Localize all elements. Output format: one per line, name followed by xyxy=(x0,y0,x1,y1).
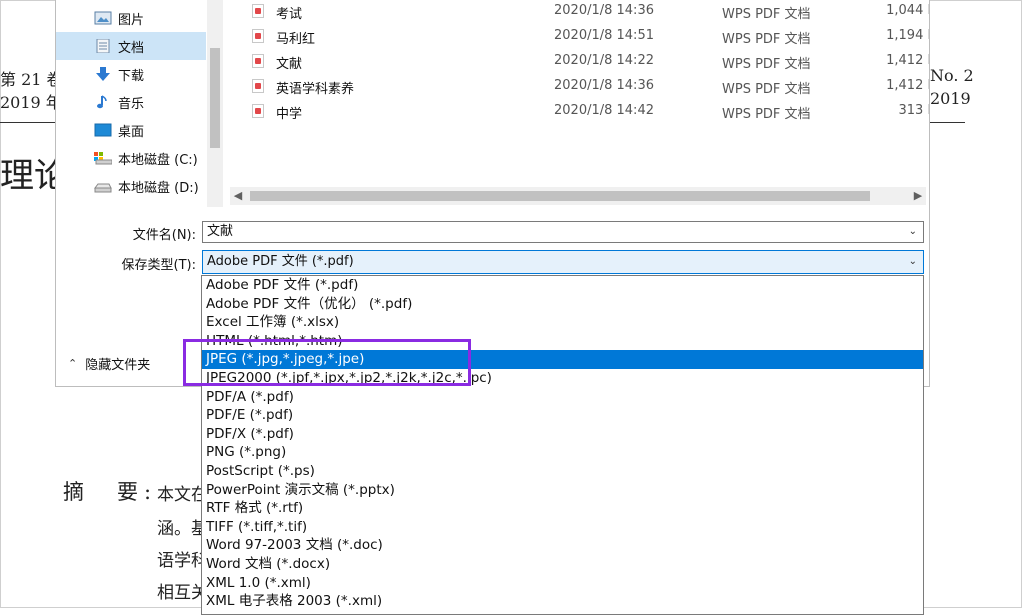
pdf-file-icon xyxy=(252,29,264,43)
dropdown-option[interactable]: PDF/E (*.pdf) xyxy=(202,406,923,425)
nav-item-label: 本地磁盘 (C:) xyxy=(118,152,198,168)
nav-item-desktop[interactable]: 桌面 xyxy=(56,116,206,144)
year-label: 2019 年 xyxy=(0,93,62,112)
dropdown-option[interactable]: PDF/X (*.pdf) xyxy=(202,425,923,444)
nav-item-drive-d[interactable]: 本地磁盘 (D:) xyxy=(56,172,206,200)
nav-item-label: 下载 xyxy=(118,68,145,84)
file-date: 2020/1/8 14:22 xyxy=(554,53,654,68)
pdf-file-icon xyxy=(252,79,264,93)
dropdown-option[interactable]: Word 文档 (*.docx) xyxy=(202,555,923,574)
hide-folders-label: 隐藏文件夹 xyxy=(85,358,151,373)
dropdown-option[interactable]: PDF/A (*.pdf) xyxy=(202,388,923,407)
file-row[interactable]: 考试 2020/1/8 14:36 WPS PDF 文档 1,044 K xyxy=(246,0,929,24)
file-type: WPS PDF 文档 xyxy=(722,7,811,22)
pdf-file-icon xyxy=(252,104,264,118)
file-size: 313 K xyxy=(898,103,929,118)
scroll-left-icon[interactable]: ◀ xyxy=(230,187,246,205)
file-type: WPS PDF 文档 xyxy=(722,57,811,72)
dropdown-option-selected[interactable]: JPEG (*.jpg,*.jpeg,*.jpe) xyxy=(202,350,923,369)
issue-number: No. 2 xyxy=(930,66,974,85)
file-row[interactable]: 英语学科素养 2020/1/8 14:36 WPS PDF 文档 1,412 K xyxy=(246,75,929,99)
dropdown-option[interactable]: XML 1.0 (*.xml) xyxy=(202,574,923,593)
abstract-label: 摘 要: xyxy=(63,480,158,504)
dropdown-option[interactable]: HTML (*.html,*.htm) xyxy=(202,332,923,351)
filename-label: 文件名(N): xyxy=(132,228,196,243)
music-icon xyxy=(94,95,112,109)
file-row[interactable]: 文献 2020/1/8 14:22 WPS PDF 文档 1,412 K xyxy=(246,50,929,74)
chevron-down-icon[interactable]: ⌄ xyxy=(909,251,917,273)
file-name: 英语学科素养 xyxy=(276,82,355,97)
desktop-icon xyxy=(94,123,112,137)
file-row[interactable]: 马利红 2020/1/8 14:51 WPS PDF 文档 1,194 K xyxy=(246,25,929,49)
file-name: 考试 xyxy=(276,7,303,22)
file-size: 1,412 K xyxy=(886,78,929,93)
drive-icon xyxy=(94,179,112,193)
file-date: 2020/1/8 14:51 xyxy=(554,28,654,43)
file-name: 文献 xyxy=(276,57,303,72)
download-icon xyxy=(94,67,112,81)
filetype-select[interactable]: Adobe PDF 文件 (*.pdf) ⌄ xyxy=(202,250,924,274)
nav-item-label: 音乐 xyxy=(118,96,145,112)
file-type: WPS PDF 文档 xyxy=(722,32,811,47)
scroll-right-icon[interactable]: ▶ xyxy=(910,187,926,205)
nav-item-label: 文档 xyxy=(118,40,145,56)
dropdown-option[interactable]: PostScript (*.ps) xyxy=(202,462,923,481)
chevron-up-icon: ⌃ xyxy=(68,357,78,370)
file-type: WPS PDF 文档 xyxy=(722,107,811,122)
file-size: 1,412 K xyxy=(886,53,929,68)
dropdown-option[interactable]: RTF 格式 (*.rtf) xyxy=(202,499,923,518)
dropdown-option[interactable]: Adobe PDF 文件（优化） (*.pdf) xyxy=(202,295,923,314)
dropdown-option[interactable]: PowerPoint 演示文稿 (*.pptx) xyxy=(202,481,923,500)
nav-item-label: 桌面 xyxy=(118,124,145,140)
file-type: WPS PDF 文档 xyxy=(722,82,811,97)
dropdown-option[interactable]: Adobe PDF 文件 (*.pdf) xyxy=(202,276,923,295)
file-date: 2020/1/8 14:42 xyxy=(554,103,654,118)
dropdown-option[interactable]: Word 97-2003 文档 (*.doc) xyxy=(202,536,923,555)
filetype-label: 保存类型(T): xyxy=(121,258,196,273)
volume-label: 第 21 卷 xyxy=(0,70,63,89)
nav-item-drive-c[interactable]: 本地磁盘 (C:) xyxy=(56,144,206,172)
filename-value: 文献 xyxy=(207,224,234,239)
documents-icon xyxy=(94,38,112,54)
nav-item-documents[interactable]: 文档 xyxy=(56,32,206,60)
nav-item-label: 图片 xyxy=(118,12,145,28)
file-list: 考试 2020/1/8 14:36 WPS PDF 文档 1,044 K 马利红… xyxy=(246,0,929,185)
issue-year: 2019 xyxy=(930,89,971,108)
file-date: 2020/1/8 14:36 xyxy=(554,78,654,93)
file-date: 2020/1/8 14:36 xyxy=(554,3,654,18)
filetype-value: Adobe PDF 文件 (*.pdf) xyxy=(207,254,354,269)
navigation-pane: 图片 文档 下载 音乐 桌面 本地磁盘 (C:) 本地磁盘 (D:) xyxy=(56,0,216,207)
file-row[interactable]: 中学 2020/1/8 14:42 WPS PDF 文档 313 K xyxy=(246,100,929,124)
dropdown-option[interactable]: XML 电子表格 2003 (*.xml) xyxy=(202,592,923,611)
filetype-dropdown-list: Adobe PDF 文件 (*.pdf) Adobe PDF 文件（优化） (*… xyxy=(201,275,924,615)
pdf-file-icon xyxy=(252,4,264,18)
file-size: 1,044 K xyxy=(886,3,929,18)
file-size: 1,194 K xyxy=(886,28,929,43)
chevron-down-icon[interactable]: ⌄ xyxy=(909,222,917,242)
pictures-icon xyxy=(94,11,112,25)
nav-item-downloads[interactable]: 下载 xyxy=(56,60,206,88)
nav-scrollbar-thumb[interactable] xyxy=(210,48,220,148)
horizontal-scrollbar-thumb[interactable] xyxy=(250,191,870,201)
nav-item-pictures[interactable]: 图片 xyxy=(56,4,206,32)
dropdown-option[interactable]: JPEG2000 (*.jpf,*.jpx,*.jp2,*.j2k,*.j2c,… xyxy=(202,369,923,388)
file-name: 马利红 xyxy=(276,32,316,47)
dropdown-option[interactable]: PNG (*.png) xyxy=(202,443,923,462)
horizontal-scrollbar[interactable]: ◀ ▶ xyxy=(230,187,926,205)
nav-item-music[interactable]: 音乐 xyxy=(56,88,206,116)
hide-folders-button[interactable]: ⌃ 隐藏文件夹 xyxy=(68,354,150,373)
nav-scrollbar[interactable] xyxy=(207,0,223,207)
dropdown-option[interactable]: TIFF (*.tiff,*.tif) xyxy=(202,518,923,537)
filename-input[interactable]: 文献 ⌄ xyxy=(202,221,924,243)
pdf-file-icon xyxy=(252,54,264,68)
nav-item-label: 本地磁盘 (D:) xyxy=(118,180,199,196)
file-name: 中学 xyxy=(276,107,303,122)
dropdown-option[interactable]: Excel 工作簿 (*.xlsx) xyxy=(202,313,923,332)
drive-icon xyxy=(94,151,113,165)
